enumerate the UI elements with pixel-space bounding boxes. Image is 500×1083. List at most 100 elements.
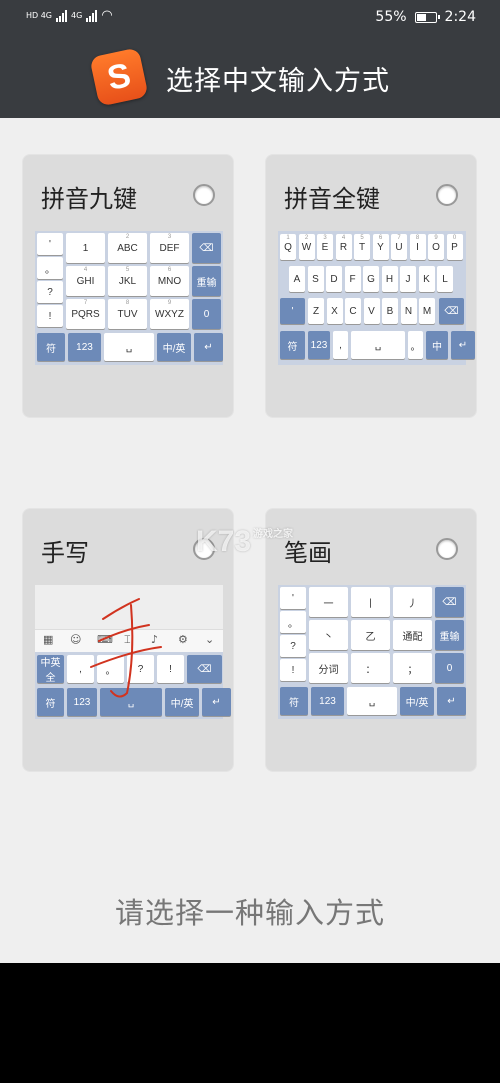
keyboard-key: 123 bbox=[308, 331, 330, 359]
keyboard-key: ； bbox=[393, 653, 432, 683]
radio-button[interactable] bbox=[436, 538, 458, 560]
keyboard-key: 6Y bbox=[372, 234, 389, 260]
option-label: 拼音全键 bbox=[284, 185, 380, 213]
signal-icon bbox=[56, 9, 68, 22]
keyboard-key: N bbox=[400, 298, 417, 324]
keyboard-key: 符 bbox=[37, 333, 65, 361]
keyboard-key: 5 JKL bbox=[108, 266, 147, 296]
keyboard-key: ↵ bbox=[437, 687, 466, 715]
select-prompt: 请选择一种输入方式 bbox=[114, 896, 385, 930]
keyboard-key: 丶 bbox=[309, 620, 348, 650]
keyboard-key: ? bbox=[37, 281, 63, 303]
keyboard-key: ' bbox=[37, 233, 63, 255]
keyboard-key: 4 GHI bbox=[66, 266, 105, 296]
option-card-stroke[interactable]: 笔画 '。?! 一丨丿丶乙通配 分词：； ⌫ 重输 0 符 123 ␣ 中/英 ↵ bbox=[265, 508, 477, 772]
keyboard-key: , bbox=[333, 331, 348, 359]
keyboard-key: 4R bbox=[335, 234, 352, 260]
option-label: 拼音九键 bbox=[41, 185, 137, 213]
keyboard-key: 符 bbox=[280, 331, 305, 359]
keyboard-key: 2W bbox=[298, 234, 315, 260]
network-type-label-2: 4G bbox=[71, 11, 83, 20]
keyboard-key: 2 ABC bbox=[108, 233, 147, 263]
keyboard-key: S bbox=[307, 266, 324, 292]
keyboard-key: ： bbox=[351, 653, 390, 683]
keyboard-key: 丿 bbox=[393, 587, 432, 617]
wifi-icon: ◠ bbox=[101, 8, 113, 23]
keyboard-key: F bbox=[344, 266, 361, 292]
keyboard-key: ␣ bbox=[347, 687, 397, 715]
keyboard-key: 9O bbox=[428, 234, 444, 260]
keyboard-key: ↵ bbox=[194, 333, 223, 361]
keyboard-key: 0P bbox=[446, 234, 463, 260]
app-header: S 选择中文输入方式 bbox=[0, 35, 500, 118]
keyboard-key: ! bbox=[37, 305, 63, 327]
keyboard-key: 重输 bbox=[435, 620, 464, 650]
keyboard-key: 分词 bbox=[309, 653, 348, 683]
keyboard-key: 通配 bbox=[393, 620, 432, 650]
keyboard-key: 7 PQRS bbox=[66, 299, 105, 329]
keyboard-key: B bbox=[382, 298, 398, 324]
keyboard-key: D bbox=[326, 266, 342, 292]
handwriting-stroke bbox=[90, 598, 162, 698]
option-card-pinyin9[interactable]: 拼音九键 '。?! 1 2 ABC 3 DEF 4 GHI 5 JKL 6 MNO 7 PQRS 8 TUV 9… bbox=[22, 154, 234, 418]
keyboard-key: ' bbox=[280, 298, 305, 324]
keyboard-key: 3 DEF bbox=[150, 233, 189, 263]
keyboard-key: 重输 bbox=[192, 266, 221, 296]
keyboard-key: 8I bbox=[409, 234, 426, 260]
keyboard-key: 8 TUV bbox=[108, 299, 147, 329]
signal-icon-2 bbox=[86, 9, 98, 22]
keyboard-key: 123 bbox=[311, 687, 344, 715]
keyboard-key: 9 WXYZ bbox=[150, 299, 189, 329]
keyboard-key: ↵ bbox=[451, 331, 475, 359]
keyboard-key: 123 bbox=[68, 333, 101, 361]
network-type-label: HD 4G bbox=[26, 11, 53, 20]
keyboard-key: ⌫ bbox=[435, 587, 464, 617]
navigation-bar bbox=[0, 963, 500, 1083]
status-bar: HD 4G 4G ◠ 55% 2:24 bbox=[0, 0, 500, 35]
keyboard-preview-pinyin9: '。?! 1 2 ABC 3 DEF 4 GHI 5 JKL 6 MNO 7 PQRS 8 TUV 9 WXYZ ⌫… bbox=[35, 231, 223, 365]
keyboard-key: 1Q bbox=[280, 234, 296, 260]
keyboard-key: 乙 bbox=[351, 620, 390, 650]
keyboard-key: A bbox=[289, 266, 305, 292]
keyboard-key: 7U bbox=[391, 234, 407, 260]
keyboard-key: ⌫ bbox=[439, 298, 464, 324]
option-label: 手写 bbox=[41, 539, 89, 567]
keyboard-key: 0 bbox=[192, 299, 221, 329]
keyboard-key: L bbox=[437, 266, 453, 292]
radio-button[interactable] bbox=[436, 184, 458, 206]
keyboard-preview-qwerty: 1 Q 2 W 3 E 4 R 5 T 6 Y 7 U 8 I 9 O 0 P A S D F G H J K L ' Z X C V B N M ⌫ 符 1… bbox=[278, 231, 475, 365]
sogou-logo: S bbox=[89, 47, 149, 107]
keyboard-key: 6 MNO bbox=[150, 266, 189, 296]
keyboard-preview-handwrite: ▦ ☺ ⌨ ⌶ ♪ ⚙ ⌄ 中英全,。?! ⌫ 符 123 ␣ 中/英 ↵ bbox=[35, 585, 231, 719]
keyboard-key: ␣ bbox=[351, 331, 405, 359]
keyboard-key: 1 bbox=[66, 233, 105, 263]
keyboard-key: 符 bbox=[280, 687, 308, 715]
keyboard-key: 一 bbox=[309, 587, 348, 617]
keyboard-key: X bbox=[326, 298, 343, 324]
keyboard-key: J bbox=[400, 266, 416, 292]
keyboard-key: 5T bbox=[354, 234, 370, 260]
option-card-pinyin-full[interactable]: 拼音全键 1 Q 2 W 3 E 4 R 5 T 6 Y 7 U 8 I 9 O 0 P A S D F G H J K L ' Z X C V B… bbox=[265, 154, 477, 418]
keyboard-key: ? bbox=[280, 635, 306, 657]
radio-button[interactable] bbox=[193, 184, 215, 206]
keyboard-key: 中/英 bbox=[157, 333, 191, 361]
keyboard-key: ⌫ bbox=[192, 233, 221, 263]
keyboard-key: 3E bbox=[317, 234, 333, 260]
battery-icon bbox=[414, 11, 440, 23]
clock: 2:24 bbox=[444, 9, 476, 25]
keyboard-key: 0 bbox=[435, 653, 464, 683]
keyboard-key: 。 bbox=[37, 257, 63, 279]
keyboard-key: 。 bbox=[408, 331, 423, 359]
page-title: 选择中文输入方式 bbox=[166, 66, 390, 97]
keyboard-key: M bbox=[419, 298, 435, 324]
keyboard-key: C bbox=[345, 298, 361, 324]
watermark-logo: K73 游戏之家 bbox=[196, 525, 294, 558]
keyboard-key: K bbox=[418, 266, 435, 292]
keyboard-preview-stroke: '。?! 一丨丿丶乙通配 分词：； ⌫ 重输 0 符 123 ␣ 中/英 ↵ bbox=[278, 585, 466, 719]
keyboard-key: G bbox=[363, 266, 379, 292]
keyboard-key: ' bbox=[280, 587, 306, 609]
keyboard-key: 中 bbox=[426, 331, 448, 359]
keyboard-key: Z bbox=[308, 298, 324, 324]
keyboard-key: ! bbox=[280, 659, 306, 681]
keyboard-key: H bbox=[381, 266, 398, 292]
